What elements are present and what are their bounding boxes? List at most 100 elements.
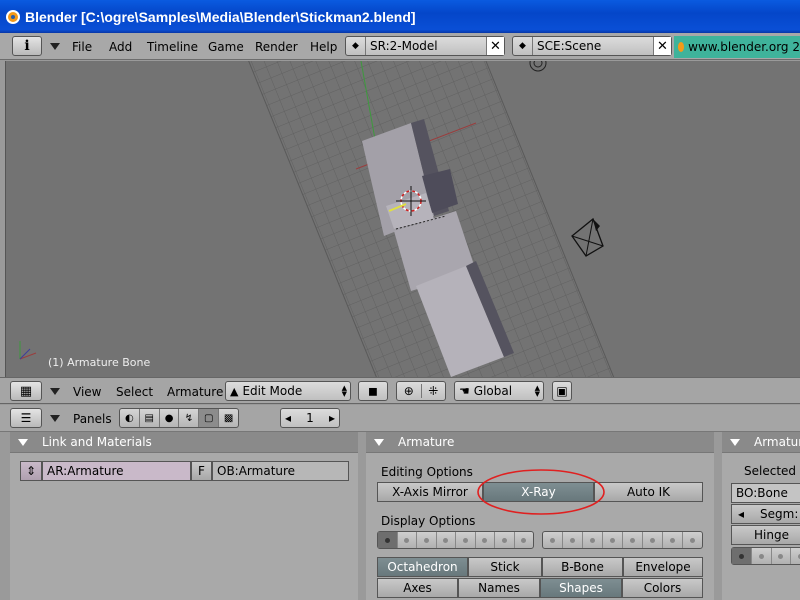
screen-selector[interactable]: ◆ SR:2-Model ✕ [345, 36, 505, 56]
scene-context-icon[interactable]: ▩ [219, 409, 238, 427]
editing-options-label: Editing Options [381, 465, 473, 479]
frame-number-field[interactable]: ◂ 1 ▸ [280, 408, 340, 428]
render-preview-button[interactable]: ▣ [552, 381, 572, 401]
active-object-label: (1) Armature Bone [48, 356, 151, 369]
menu-armature[interactable]: Armature [167, 385, 223, 399]
orientation-arrows-icon: ▲ ▼ [534, 384, 540, 398]
colors-button[interactable]: Colors [622, 578, 703, 598]
header-collapse-icon[interactable] [50, 388, 60, 395]
editor-type-grid-icon[interactable]: ▦ [10, 381, 42, 401]
menu-help[interactable]: Help [310, 40, 337, 54]
menu-panels[interactable]: Panels [73, 412, 112, 426]
logic-context-icon[interactable]: ◐ [120, 409, 140, 427]
frame-decrement-icon[interactable]: ◂ [285, 411, 291, 425]
blender-logo-icon [6, 9, 20, 24]
bone-layer-buttons[interactable] [731, 547, 800, 565]
menu-file[interactable]: File [72, 40, 92, 54]
draw-type-select[interactable]: ◼ [358, 381, 388, 401]
camera-top-icon [529, 61, 547, 72]
object-context-icon[interactable]: ↯ [179, 409, 200, 427]
scene-selector[interactable]: ◆ SCE:Scene ✕ [512, 36, 672, 56]
mode-arrows-icon: ▲ ▼ [341, 384, 347, 398]
blender-url: www.blender.org 2 [688, 40, 800, 54]
window-type-button[interactable]: i [12, 36, 42, 56]
buttons-editor-type-icon[interactable]: ☰ [10, 408, 42, 428]
window-title: Blender [C:\ogre\Samples\Media\Blender\S… [25, 8, 416, 25]
segments-decrement-icon[interactable]: ◂ [738, 507, 744, 521]
bone-name-field[interactable]: BO:Bone [731, 483, 800, 503]
fake-user-button[interactable]: F [191, 461, 212, 481]
menu-timeline[interactable]: Timeline [147, 40, 198, 54]
armature-collapse-icon[interactable] [374, 438, 384, 446]
armature-bones-header[interactable]: Armatur [722, 432, 800, 453]
scene-browse-icon[interactable]: ◆ [513, 37, 533, 55]
armature-browse-icon[interactable]: ⇕ [20, 461, 42, 481]
frame-value: 1 [306, 411, 314, 425]
menu-view[interactable]: View [73, 385, 101, 399]
object-name-field[interactable]: OB:Armature [212, 461, 349, 481]
scene-name[interactable]: SCE:Scene [533, 39, 653, 53]
render-icon: ▣ [556, 384, 568, 398]
script-context-icon[interactable]: ▤ [140, 409, 160, 427]
frame-increment-icon[interactable]: ▸ [329, 411, 335, 425]
layer-buttons-left[interactable] [377, 531, 534, 549]
segments-label: Segm: [760, 507, 799, 521]
selected-bones-label: Selected B [744, 464, 800, 478]
link-materials-title: Link and Materials [42, 435, 152, 449]
mode-value: Edit Mode [242, 384, 303, 398]
names-button[interactable]: Names [458, 578, 540, 598]
link-materials-panel: Link and Materials ⇕ AR:Armature F OB:Ar… [10, 432, 358, 600]
armature-bones-collapse-icon[interactable] [730, 438, 740, 446]
hinge-button[interactable]: Hinge [731, 525, 800, 545]
screen-close-icon[interactable]: ✕ [486, 37, 504, 55]
draw-type-icon: ◼ [368, 384, 378, 398]
menu-add[interactable]: Add [109, 40, 132, 54]
highlight-circle [477, 469, 605, 515]
menu-render[interactable]: Render [255, 40, 298, 54]
layer-buttons-right[interactable] [542, 531, 703, 549]
menu-select[interactable]: Select [116, 385, 153, 399]
armature-panel-title: Armature [398, 435, 455, 449]
hand-icon: ☚ [459, 384, 470, 398]
octahedron-button[interactable]: Octahedron [377, 557, 468, 577]
orientation-value: Global [473, 384, 513, 398]
screen-name[interactable]: SR:2-Model [366, 39, 486, 53]
3d-viewport[interactable]: (1) Armature Bone [5, 61, 800, 377]
armature-bones-panel: Armatur Selected B BO:Bone ◂ Segm: Hinge [722, 432, 800, 600]
editing-context-icon[interactable]: ▢ [199, 409, 220, 427]
viewport-scene[interactable] [6, 61, 800, 377]
segments-field[interactable]: ◂ Segm: [731, 504, 800, 524]
armature-bones-title: Armatur [754, 435, 800, 449]
menu-game[interactable]: Game [208, 40, 244, 54]
context-buttons[interactable]: ◐ ▤ ● ↯ ▢ ▩ [119, 408, 239, 428]
shading-context-icon[interactable]: ● [160, 409, 180, 427]
envelope-button[interactable]: Envelope [623, 557, 703, 577]
buttons-collapse-icon[interactable] [50, 415, 60, 422]
armature-panel-header[interactable]: Armature [366, 432, 714, 453]
widget-icon[interactable]: ⁜ [420, 384, 446, 398]
blender-small-logo-icon [678, 42, 685, 52]
x-axis-mirror-button[interactable]: X-Axis Mirror [377, 482, 483, 502]
edit-mode-icon: ▲ [230, 384, 239, 398]
display-options-label: Display Options [381, 514, 476, 528]
axes-button[interactable]: Axes [377, 578, 458, 598]
pivot-buttons[interactable]: ⊕ ⁜ [396, 381, 446, 401]
scene-close-icon[interactable]: ✕ [653, 37, 671, 55]
axis-gizmo-icon [19, 341, 37, 360]
viewport-header: ▦ View Select Armature ▲ Edit Mode ▲ ▼ ◼ … [0, 377, 800, 404]
shapes-button[interactable]: Shapes [540, 578, 622, 598]
blender-url-info: www.blender.org 2 [674, 36, 800, 58]
menu-collapse-icon[interactable] [50, 43, 60, 50]
armature-name-field[interactable]: AR:Armature [42, 461, 191, 481]
panel-collapse-icon[interactable] [18, 438, 28, 446]
stick-button[interactable]: Stick [468, 557, 542, 577]
auto-ik-button[interactable]: Auto IK [594, 482, 703, 502]
screen-browse-icon[interactable]: ◆ [346, 37, 366, 55]
orientation-select[interactable]: ☚ Global ▲ ▼ [454, 381, 544, 401]
link-materials-header[interactable]: Link and Materials [10, 432, 358, 453]
buttons-header: ☰ Panels ◐ ▤ ● ↯ ▢ ▩ ◂ 1 ▸ [0, 405, 800, 432]
pivot-icon[interactable]: ⊕ [397, 384, 421, 398]
b-bone-button[interactable]: B-Bone [542, 557, 623, 577]
mode-select[interactable]: ▲ Edit Mode ▲ ▼ [225, 381, 351, 401]
armature-panel: Armature Editing Options X-Axis Mirror X… [366, 432, 714, 600]
